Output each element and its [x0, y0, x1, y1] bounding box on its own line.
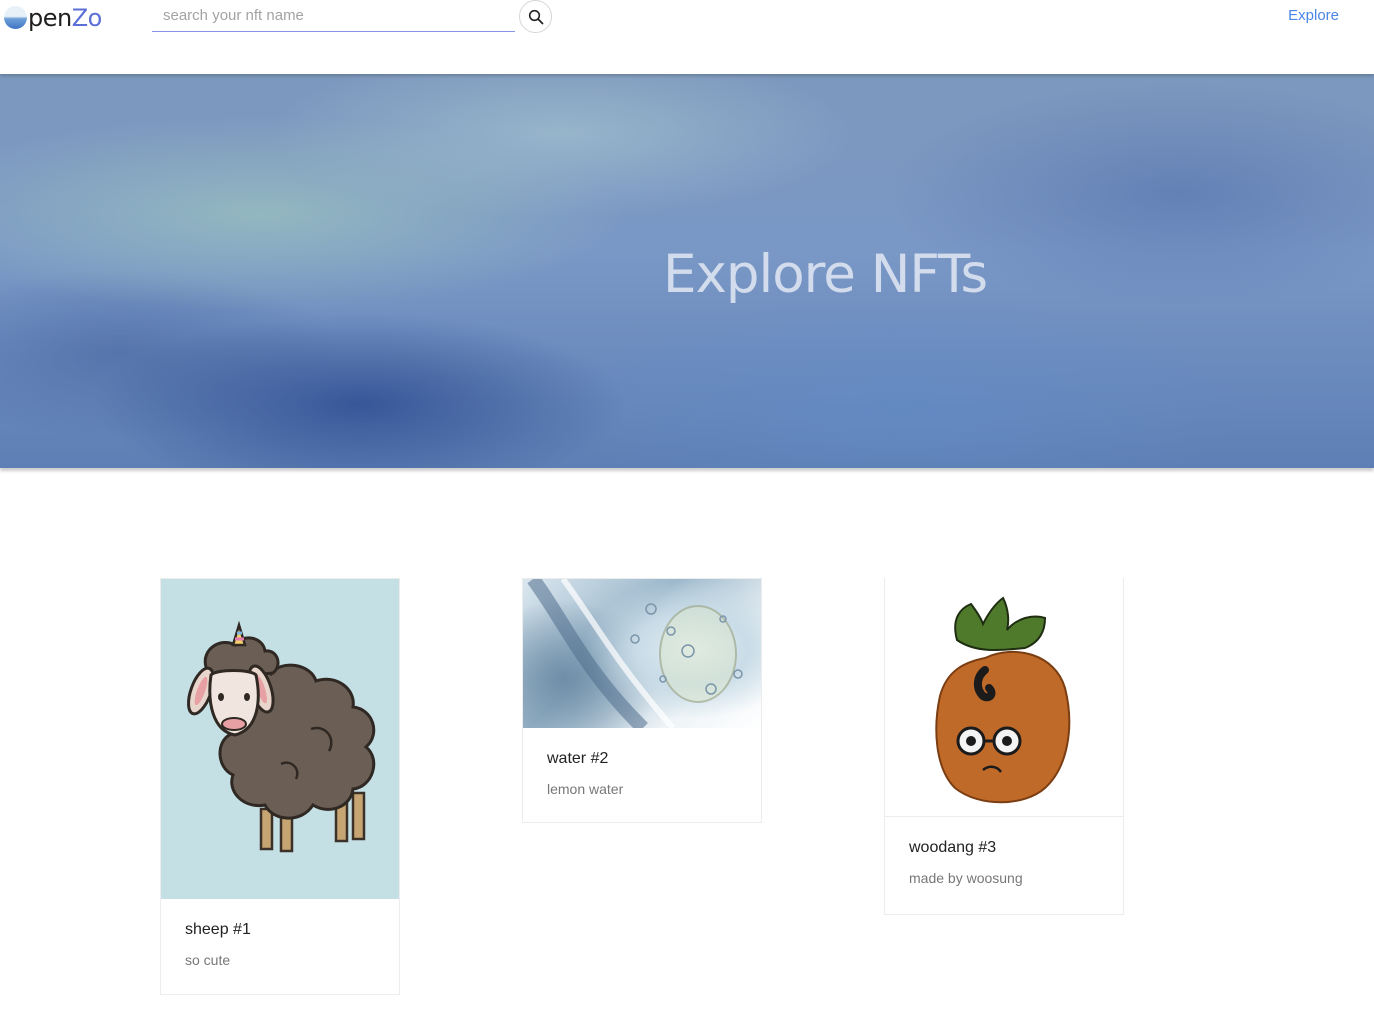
card-title: water #2 — [547, 750, 609, 767]
logo-globe-icon — [4, 5, 27, 29]
search-button[interactable] — [519, 0, 552, 33]
hero-banner: Explore NFTs — [0, 74, 1374, 468]
card-title: sheep #1 — [185, 921, 251, 938]
search-icon — [528, 9, 543, 24]
water-photo — [527, 579, 743, 728]
hero-title: Explore NFTs — [663, 244, 988, 305]
nft-card[interactable]: woodang #3 made by woosung — [884, 578, 1124, 915]
card-description: made by woosung — [909, 870, 1023, 886]
pineapple-illustration — [935, 596, 1071, 804]
logo-text-accent: Zo — [71, 4, 103, 32]
card-title: woodang #3 — [909, 839, 997, 856]
nft-card[interactable]: water #2 lemon water — [522, 578, 762, 823]
top-navbar: penZo Explore — [0, 0, 1374, 74]
nft-image-pineapple — [885, 578, 1123, 816]
nav-link-explore[interactable]: Explore — [1288, 7, 1339, 24]
card-body: woodang #3 made by woosung — [885, 816, 1123, 915]
openzo-logo[interactable]: penZo — [4, 0, 102, 34]
search-input[interactable] — [152, 0, 515, 32]
card-description: so cute — [185, 952, 231, 968]
card-body: sheep #1 so cute — [161, 899, 399, 996]
card-description: lemon water — [547, 781, 624, 797]
nft-image-sheep — [161, 579, 399, 899]
card-body: water #2 lemon water — [523, 728, 761, 824]
logo-text-dark: pen — [28, 4, 72, 32]
nft-image-water — [523, 579, 761, 728]
nft-card[interactable]: sheep #1 so cute — [160, 578, 400, 995]
sheep-illustration — [187, 620, 376, 853]
logo-wordmark: penZo — [28, 4, 102, 32]
